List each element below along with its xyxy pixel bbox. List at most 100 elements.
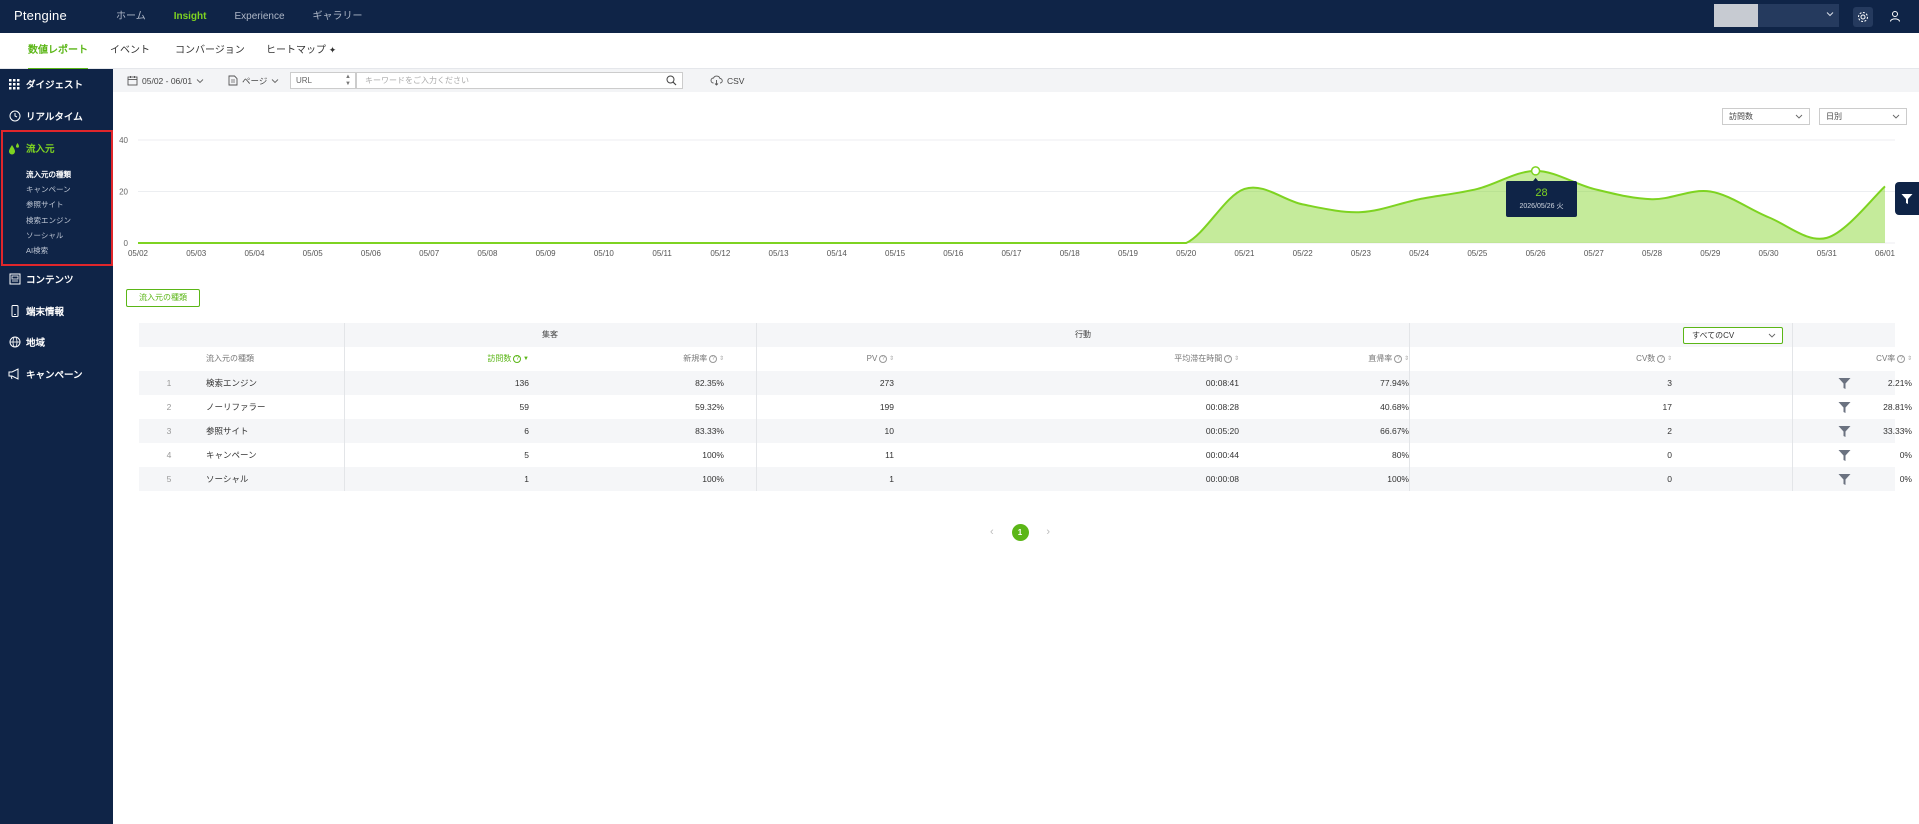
cell-cv: 3 xyxy=(1667,378,1672,388)
x-tick-label: 05/29 xyxy=(1700,249,1721,258)
csv-label: CSV xyxy=(727,75,745,86)
data-point xyxy=(777,242,780,245)
data-point xyxy=(719,242,722,245)
cell-new-rate: 83.33% xyxy=(695,426,724,436)
search-icon[interactable] xyxy=(666,75,677,86)
user-icon[interactable] xyxy=(1886,7,1904,25)
sidebar-item-digest[interactable]: ダイジェスト xyxy=(8,75,83,93)
col-cv-count-label: CV数 xyxy=(1636,354,1656,364)
col-cv-rate[interactable]: CV率? ⇕ xyxy=(1812,347,1912,371)
row-filter-icon[interactable] xyxy=(1838,449,1851,462)
grid-icon xyxy=(8,78,21,91)
x-tick-label: 05/03 xyxy=(186,249,207,258)
account-selector[interactable] xyxy=(1758,4,1839,27)
row-filter-icon[interactable] xyxy=(1838,401,1851,414)
page-type-selector[interactable]: ページ xyxy=(228,69,279,92)
cloud-download-icon xyxy=(710,75,723,86)
table-row[interactable]: 4 キャンペーン 5 100% 11 00:00:44 80% 0 0% xyxy=(139,443,1912,467)
data-point xyxy=(1068,242,1071,245)
row-filter-icon[interactable] xyxy=(1838,473,1851,486)
row-filter-icon[interactable] xyxy=(1838,425,1851,438)
sort-icon[interactable]: ⇕ xyxy=(1665,356,1672,362)
table-row[interactable]: 5 ソーシャル 1 100% 1 00:00:08 100% 0 0% xyxy=(139,467,1912,491)
topnav-experience[interactable]: Experience xyxy=(234,0,284,33)
date-range-picker[interactable]: 05/02 - 06/01 xyxy=(127,69,204,92)
cell-visits: 1 xyxy=(524,474,529,484)
x-tick-label: 05/17 xyxy=(1001,249,1022,258)
url-select[interactable]: URL ▲ ▼ xyxy=(290,72,356,89)
topnav-gallery[interactable]: ギャラリー xyxy=(313,0,363,33)
chevron-down-icon xyxy=(1826,12,1834,17)
gear-icon[interactable] xyxy=(1853,7,1873,27)
csv-export-button[interactable]: CSV xyxy=(710,69,744,92)
sidebar-item-region[interactable]: 地域 xyxy=(8,333,45,351)
url-select-value: URL xyxy=(296,76,313,85)
tab-numeric-report[interactable]: 数値レポート xyxy=(28,33,88,71)
source-type-button[interactable]: 流入元の種類 xyxy=(126,289,200,307)
data-point xyxy=(1301,203,1304,206)
data-point xyxy=(1592,187,1595,190)
data-point xyxy=(311,242,314,245)
sidebar-item-label: キャンペーン xyxy=(26,370,83,381)
col-cv-rate-label: CV率 xyxy=(1876,354,1896,364)
row-filter-icon[interactable] xyxy=(1838,377,1851,390)
account-selector-thumb[interactable] xyxy=(1714,4,1758,27)
tab-heatmap[interactable]: ヒートマップ ✦ xyxy=(266,33,336,68)
topnav-home[interactable]: ホーム xyxy=(116,0,146,33)
cell-cv: 0 xyxy=(1667,474,1672,484)
col-cv-count[interactable]: CV数? ⇕ xyxy=(1572,347,1672,371)
top-nav: ホーム Insight Experience ギャラリー xyxy=(116,0,391,33)
sidebar-item-device[interactable]: 端末情報 xyxy=(8,302,64,320)
cell-new-rate: 100% xyxy=(702,474,724,484)
tooltip-date: 2026/05/26 火 xyxy=(1519,203,1564,210)
updown-icon: ▲ ▼ xyxy=(345,74,351,87)
col-new-rate[interactable]: 新規率? ⇕ xyxy=(624,347,724,371)
col-bounce[interactable]: 直帰率? ⇕ xyxy=(1309,347,1409,371)
cell-cv: 17 xyxy=(1662,402,1672,412)
topnav-insight[interactable]: Insight xyxy=(174,0,207,33)
metric-select[interactable]: 訪問数 xyxy=(1722,108,1810,125)
table-row[interactable]: 3 参照サイト 6 83.33% 10 00:05:20 66.67% 2 33.33% xyxy=(139,419,1912,443)
sort-icon[interactable]: ⇕ xyxy=(1232,356,1239,362)
col-pv[interactable]: PV? ⇕ xyxy=(794,347,894,371)
cell-name: 参照サイト xyxy=(206,426,249,436)
sort-desc-icon[interactable]: ▼ xyxy=(521,356,529,362)
sort-icon[interactable]: ⇕ xyxy=(1905,356,1912,362)
app-logo[interactable]: Ptengine xyxy=(14,8,67,23)
x-tick-label: 05/05 xyxy=(303,249,324,258)
data-point xyxy=(835,242,838,245)
x-tick-label: 05/15 xyxy=(885,249,906,258)
data-point xyxy=(1418,198,1421,201)
data-point xyxy=(1884,185,1887,188)
x-tick-label: 05/20 xyxy=(1176,249,1197,258)
highlight-box xyxy=(1,130,113,266)
granularity-select[interactable]: 日別 xyxy=(1819,108,1907,125)
col-avg-time[interactable]: 平均滞在時間? ⇕ xyxy=(1129,347,1239,371)
cell-visits: 5 xyxy=(524,450,529,460)
sidebar-item-realtime[interactable]: リアルタイム xyxy=(8,107,83,125)
prev-page-icon[interactable]: ‹ xyxy=(990,526,994,538)
keyword-search-input[interactable]: キーワードをご入力ください xyxy=(356,72,683,89)
cv-select[interactable]: すべてのCV xyxy=(1683,327,1783,344)
table-row[interactable]: 2 ノーリファラー 59 59.32% 199 00:08:28 40.68% 17 28.81… xyxy=(139,395,1912,419)
filter-panel-toggle[interactable] xyxy=(1895,182,1919,215)
sort-icon[interactable]: ⇕ xyxy=(887,356,894,362)
col-bounce-label: 直帰率 xyxy=(1368,354,1393,364)
sidebar-item-content[interactable]: コンテンツ xyxy=(8,270,74,288)
sort-icon[interactable]: ⇕ xyxy=(717,356,724,362)
sparkle-icon: ✦ xyxy=(328,45,337,55)
cell-pv: 11 xyxy=(885,450,894,460)
tab-event[interactable]: イベント xyxy=(110,33,150,68)
tab-conversion[interactable]: コンバージョン xyxy=(175,33,245,68)
col-visits[interactable]: 訪問数? ▼ xyxy=(429,347,529,371)
next-page-icon[interactable]: › xyxy=(1046,526,1050,538)
data-point xyxy=(1243,187,1246,190)
cell-avg-time: 00:00:08 xyxy=(1205,474,1239,484)
sidebar-item-campaign[interactable]: キャンペーン xyxy=(8,365,83,383)
x-tick-label: 05/14 xyxy=(827,249,848,258)
sort-icon[interactable]: ⇕ xyxy=(1402,356,1409,362)
page-number-current[interactable]: 1 xyxy=(1011,523,1029,541)
cv-select-value: すべてのCV xyxy=(1692,331,1735,340)
cell-bounce: 77.94% xyxy=(1380,378,1409,388)
table-row[interactable]: 1 検索エンジン 136 82.35% 273 00:08:41 77.94% 3 2.21% xyxy=(139,371,1912,395)
